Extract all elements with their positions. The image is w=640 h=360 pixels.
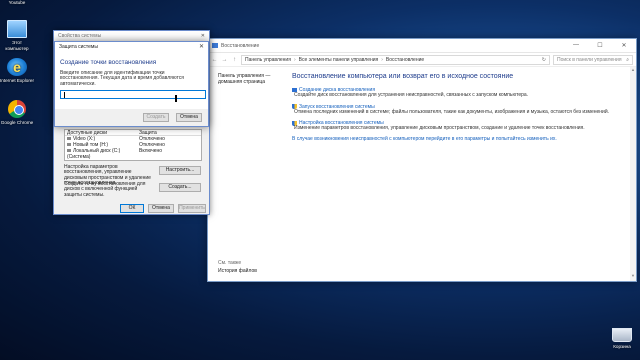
dialog-body: Создание точки восстановления Введите оп… (55, 53, 208, 109)
left-pane: Панель управления — домашняя страница См… (218, 73, 288, 274)
computer-label: Этот компьютер (5, 40, 29, 51)
create-button[interactable]: Создать... (159, 183, 201, 192)
dialog-heading: Создание точки восстановления (60, 59, 157, 66)
drive-protection: Включено (139, 148, 163, 154)
apply-button[interactable]: Применить (178, 204, 206, 213)
recycle-bin-label: Корзина (613, 344, 631, 349)
desktop-icon-chrome[interactable]: Google Chrome (0, 100, 34, 126)
system-properties-title: Свойства системы (58, 33, 102, 39)
breadcrumb-control-panel[interactable]: Панель управления (245, 57, 291, 63)
recovery-window: Восстановление — ☐ ✕ ← → ↑ Панель управл… (207, 38, 637, 282)
recycle-bin-icon (612, 328, 632, 342)
close-icon[interactable]: ✕ (199, 42, 204, 53)
chrome-icon (8, 100, 26, 118)
configure-restore-desc: Изменение параметров восстановления, упр… (294, 125, 585, 132)
address-toolbar: ← → ↑ Панель управления › Все элементы п… (208, 53, 636, 67)
task-configure-restore: Настройка восстановления системы Изменен… (292, 120, 632, 132)
maximize-button[interactable]: ☐ (588, 42, 612, 49)
drives-list[interactable]: Доступные диски Защита Video (X:) Отключ… (64, 129, 202, 161)
file-history-link[interactable]: История файлов (218, 268, 257, 274)
ie-label: Internet Explorer (0, 78, 34, 83)
task-system-restore: Запуск восстановления системы Отмена пос… (292, 104, 632, 116)
desktop-icon-youtube[interactable]: Youtube (0, 0, 34, 6)
scroll-up-icon[interactable]: ▲ (630, 67, 636, 75)
refresh-icon[interactable]: ↻ (542, 57, 546, 63)
restore-point-description-input[interactable] (60, 90, 206, 100)
text-caret (64, 91, 65, 98)
control-panel-home-link[interactable]: Панель управления — домашняя страница (218, 73, 288, 85)
drive-icon (67, 149, 71, 152)
vertical-scrollbar[interactable]: ▲ ▼ (630, 67, 636, 281)
see-also-label: См. также (218, 260, 242, 266)
main-pane: Восстановление компьютера или возврат ег… (292, 73, 632, 142)
cancel-button[interactable]: Отмена (176, 113, 202, 122)
text-cursor-icon (175, 95, 177, 102)
breadcrumb-recovery[interactable]: Восстановление (386, 57, 424, 63)
reset-pc-link[interactable]: В случае возникновения неисправностей с … (292, 136, 632, 143)
recovery-drive-desc: Создайте диск восстановления для устране… (294, 92, 529, 98)
back-arrow-icon[interactable]: ← (211, 57, 218, 63)
page-title: Восстановление компьютера или возврат ег… (292, 73, 514, 80)
desktop-icon-internet-explorer[interactable]: e Internet Explorer (0, 58, 34, 84)
desktop-icon-computer[interactable]: Этот компьютер (0, 20, 34, 51)
create-restore-point-dialog: Защита системы ✕ Создание точки восстано… (54, 41, 209, 127)
drive-icon (67, 137, 71, 140)
window-title: Восстановление (221, 42, 260, 49)
column-protection[interactable]: Защита (139, 130, 157, 136)
up-arrow-icon[interactable]: ↑ (231, 57, 238, 63)
create-description: Создать точку восстановления для дисков … (64, 181, 146, 198)
drive-name: Локальный диск (C:) (Система) (67, 148, 121, 160)
drive-row[interactable]: Локальный диск (C:) (Система) Включено (65, 148, 201, 160)
desktop-icon-recycle-bin[interactable]: Корзина (605, 328, 639, 350)
scroll-down-icon[interactable]: ▼ (630, 273, 636, 281)
breadcrumb-all-items[interactable]: Все элементы панели управления (299, 57, 379, 63)
drive-icon (67, 143, 71, 146)
dialog-title: Защита системы (59, 44, 98, 50)
computer-icon (7, 20, 27, 38)
search-box[interactable]: Поиск в панели управления ⌕ (553, 54, 633, 65)
window-titlebar[interactable]: Восстановление — ☐ ✕ (208, 39, 636, 53)
forward-arrow-icon[interactable]: → (221, 57, 228, 63)
system-restore-desc: Отмена последних изменений в системе; фа… (294, 108, 610, 115)
search-icon: ⌕ (626, 56, 629, 63)
cancel-button[interactable]: Отмена (148, 204, 174, 213)
breadcrumb-separator-icon: › (381, 56, 383, 63)
youtube-label: Youtube (8, 0, 26, 5)
task-recovery-drive: Создание диска восстановления Создайте д… (292, 87, 632, 99)
create-button[interactable]: Создать (143, 113, 169, 122)
search-placeholder: Поиск в панели управления (557, 56, 622, 63)
address-bar[interactable]: Панель управления › Все элементы панели … (241, 54, 550, 65)
chrome-label: Google Chrome (0, 120, 34, 125)
ok-button[interactable]: ОК (120, 204, 144, 213)
breadcrumb-separator-icon: › (293, 56, 296, 63)
column-drives[interactable]: Доступные диски (67, 130, 139, 136)
minimize-button[interactable]: — (564, 42, 588, 49)
control-panel-icon (212, 43, 218, 48)
configure-button[interactable]: Настроить... (159, 166, 201, 175)
close-button[interactable]: ✕ (612, 42, 636, 49)
internet-explorer-icon: e (7, 58, 27, 76)
dialog-titlebar[interactable]: Защита системы ✕ (55, 42, 208, 53)
dialog-instruction: Введите описание для идентификации точки… (60, 70, 184, 87)
dialog-footer: Создать Отмена (55, 109, 208, 126)
